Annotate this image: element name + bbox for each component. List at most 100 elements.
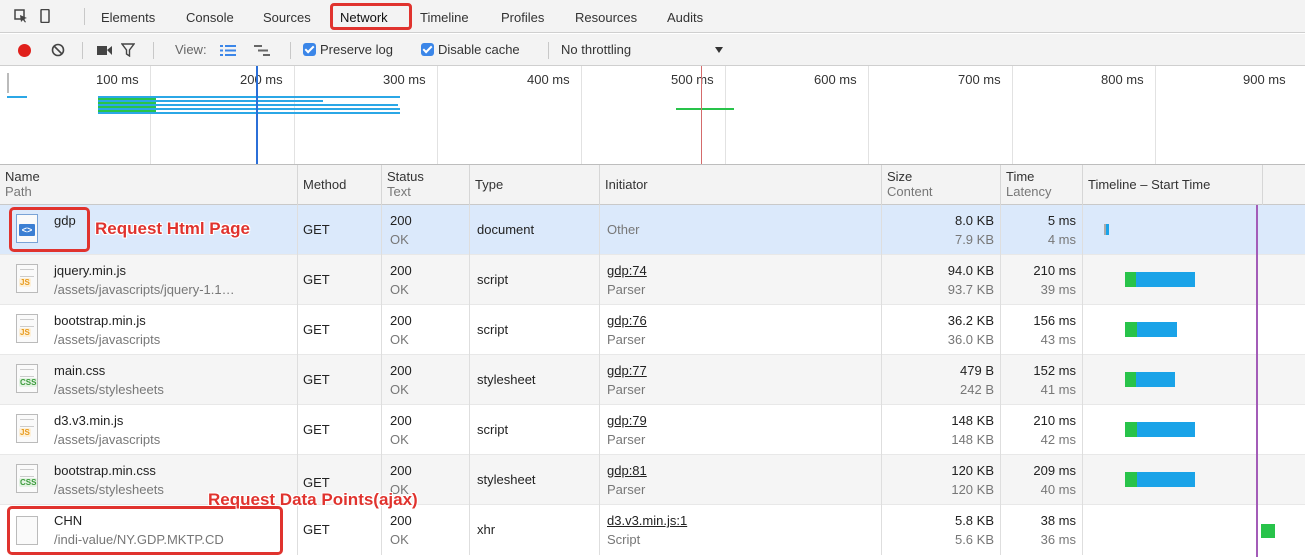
overview-request-bar <box>7 96 27 98</box>
overview-tick-label: 300 ms <box>383 72 426 87</box>
initiator-cell: gdp:74 Parser <box>600 255 882 305</box>
status-cell: 200 OK <box>382 205 470 255</box>
initiator-cell: d3.v3.min.js:1 Script <box>600 505 882 555</box>
overview-request-bar <box>7 73 9 93</box>
table-row[interactable]: CSS bootstrap.min.css /assets/stylesheet… <box>0 455 1305 505</box>
overview-grid-line <box>150 66 151 164</box>
type-cell: stylesheet <box>470 355 600 405</box>
overview-grid-line <box>868 66 869 164</box>
status-cell: 200 OK <box>382 305 470 355</box>
request-latency: 42 ms <box>1040 432 1076 447</box>
column-time[interactable]: Time Latency <box>1001 165 1083 205</box>
load-event-marker <box>701 66 702 164</box>
request-content-size: 7.9 KB <box>954 232 994 247</box>
preserve-log-checkbox[interactable]: Preserve log <box>303 42 393 57</box>
column-name[interactable]: Name Path <box>0 165 298 205</box>
size-cell: 36.2 KB 36.0 KB <box>882 305 1001 355</box>
overview-tick-label: 700 ms <box>958 72 1001 87</box>
column-text-label: Text <box>387 184 411 199</box>
request-time: 152 ms <box>1033 363 1076 378</box>
initiator-link[interactable]: gdp:76 <box>607 313 647 328</box>
tab-elements[interactable]: Elements <box>101 10 155 25</box>
request-method: GET <box>303 322 330 337</box>
initiator-link[interactable]: gdp:79 <box>607 413 647 428</box>
devtools-tabbar: Elements Console Sources Network Timelin… <box>0 0 1305 33</box>
filter-icon[interactable] <box>121 43 135 57</box>
request-status-text: OK <box>390 332 409 347</box>
type-cell: script <box>470 305 600 355</box>
clear-icon[interactable] <box>51 43 65 57</box>
timeline-cell <box>1083 405 1263 455</box>
tab-sources[interactable]: Sources <box>263 10 311 25</box>
request-content-size: 93.7 KB <box>947 282 994 297</box>
tab-resources[interactable]: Resources <box>575 10 637 25</box>
request-latency: 4 ms <box>1047 232 1076 247</box>
capture-screenshots-icon[interactable] <box>97 45 112 56</box>
initiator-link[interactable]: gdp:74 <box>607 263 647 278</box>
request-content-size: 36.0 KB <box>947 332 994 347</box>
type-cell: stylesheet <box>470 455 600 505</box>
request-latency: 43 ms <box>1040 332 1076 347</box>
dom-content-loaded-marker <box>256 66 258 164</box>
tab-profiles[interactable]: Profiles <box>501 10 544 25</box>
tab-timeline[interactable]: Timeline <box>420 10 469 25</box>
column-timeline[interactable]: Timeline – Start Time <box>1083 165 1263 205</box>
network-tab-annotation-box <box>330 3 412 30</box>
table-row[interactable]: JS d3.v3.min.js /assets/javascripts GET … <box>0 405 1305 455</box>
size-cell: 8.0 KB 7.9 KB <box>882 205 1001 255</box>
request-status-text: OK <box>390 532 409 547</box>
request-name: jquery.min.js <box>54 263 127 278</box>
table-row[interactable]: JS jquery.min.js /assets/javascripts/jqu… <box>0 255 1305 305</box>
column-status[interactable]: Status Text <box>382 165 470 205</box>
initiator-link[interactable]: d3.v3.min.js:1 <box>607 513 687 528</box>
disable-cache-checkbox[interactable]: Disable cache <box>421 42 520 57</box>
throttling-select[interactable]: No throttling <box>561 42 631 57</box>
column-type[interactable]: Type <box>470 165 600 205</box>
size-cell: 120 KB 120 KB <box>882 455 1001 505</box>
request-method: GET <box>303 522 330 537</box>
column-initiator[interactable]: Initiator <box>600 165 882 205</box>
time-cell: 5 ms 4 ms <box>1001 205 1083 255</box>
tab-console[interactable]: Console <box>186 10 234 25</box>
request-type: document <box>477 222 535 237</box>
overview-tick-label: 100 ms <box>96 72 139 87</box>
request-latency: 36 ms <box>1040 532 1076 547</box>
chevron-down-icon[interactable] <box>715 47 723 53</box>
request-time: 156 ms <box>1033 313 1076 328</box>
type-cell: xhr <box>470 505 600 555</box>
overview-icon[interactable] <box>254 45 270 56</box>
record-icon[interactable] <box>18 44 31 57</box>
table-row[interactable]: JS bootstrap.min.js /assets/javascripts … <box>0 305 1305 355</box>
device-mode-icon[interactable] <box>38 9 52 23</box>
tab-audits[interactable]: Audits <box>667 10 703 25</box>
inspect-element-icon[interactable] <box>14 9 28 23</box>
method-cell: GET <box>298 255 382 305</box>
request-path: /assets/javascripts <box>54 432 161 447</box>
css-file-icon: CSS <box>16 464 38 493</box>
overview-request-bar <box>98 112 400 114</box>
overview-tick-label: 600 ms <box>814 72 857 87</box>
network-overview[interactable]: 100 ms 200 ms 300 ms 400 ms 500 ms 600 m… <box>0 66 1305 165</box>
column-method[interactable]: Method <box>298 165 382 205</box>
status-cell: 200 OK <box>382 505 470 555</box>
request-method: GET <box>303 272 330 287</box>
request-time: 38 ms <box>1040 513 1076 528</box>
toolbar-divider <box>82 42 83 59</box>
method-cell: GET <box>298 405 382 455</box>
request-content-size: 242 B <box>960 382 994 397</box>
initiator-link[interactable]: gdp:81 <box>607 463 647 478</box>
initiator-type: Script <box>607 532 641 547</box>
table-row[interactable]: CSS main.css /assets/stylesheets GET 200… <box>0 355 1305 405</box>
timeline-cell <box>1083 205 1263 255</box>
column-size[interactable]: Size Content <box>882 165 1001 205</box>
request-status-text: OK <box>390 282 409 297</box>
large-rows-icon[interactable] <box>220 45 236 56</box>
request-initiator: Other <box>607 222 640 237</box>
waterfall-bar <box>1136 272 1195 287</box>
waterfall-bar <box>1137 322 1177 337</box>
request-time: 5 ms <box>1047 213 1076 228</box>
overview-tick-label: 500 ms <box>671 72 714 87</box>
column-status-label: Status <box>387 169 424 184</box>
type-cell: script <box>470 405 600 455</box>
initiator-link[interactable]: gdp:77 <box>607 363 647 378</box>
